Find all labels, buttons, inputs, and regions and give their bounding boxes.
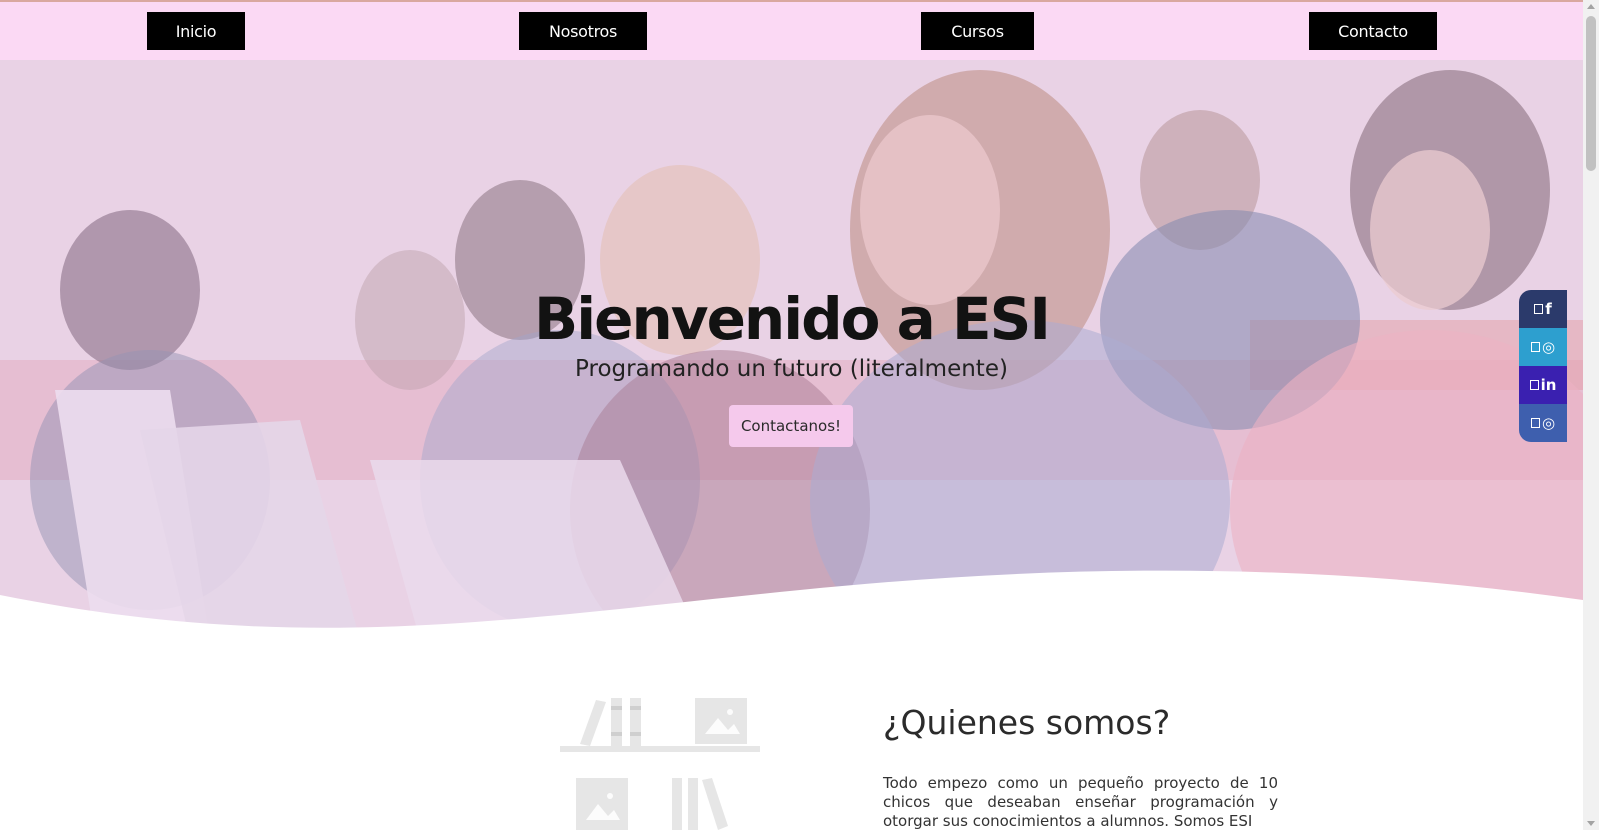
contact-us-button[interactable]: Contactanos! [729, 405, 853, 447]
instagram-icon: ◎ [1541, 338, 1556, 356]
about-text: Todo empezo como un pequeño proyecto de … [883, 774, 1278, 830]
nav-cursos-button[interactable]: Cursos [921, 12, 1034, 50]
bookshelf-illustration [560, 698, 760, 830]
missing-glyph-icon [1529, 380, 1539, 390]
hero-subtitle: Programando un futuro (literalmente) [575, 356, 1008, 382]
about-title: ¿Quienes somos? [883, 703, 1171, 742]
instagram-icon: ◎ [1541, 414, 1556, 432]
social-sidebar: f ◎ in ◎ [1519, 290, 1567, 442]
instagram-link[interactable]: ◎ [1519, 328, 1567, 366]
hero-wave-divider [0, 570, 1583, 640]
missing-glyph-icon [1534, 304, 1544, 314]
missing-glyph-icon [1530, 418, 1540, 428]
facebook-icon: f [1545, 300, 1552, 318]
nav-contacto-button[interactable]: Contacto [1309, 12, 1437, 50]
linkedin-icon: in [1540, 376, 1557, 394]
linkedin-link[interactable]: in [1519, 366, 1567, 404]
scroll-up-arrow-icon[interactable] [1587, 4, 1595, 9]
page-scrollbar[interactable] [1583, 0, 1599, 830]
missing-glyph-icon [1530, 342, 1540, 352]
facebook-link[interactable]: f [1519, 290, 1567, 328]
scroll-down-arrow-icon[interactable] [1587, 821, 1595, 826]
scrollbar-thumb[interactable] [1586, 16, 1596, 171]
hero-title: Bienvenido a ESI [534, 285, 1051, 353]
nav-nosotros-button[interactable]: Nosotros [519, 12, 647, 50]
instagram-link-2[interactable]: ◎ [1519, 404, 1567, 442]
nav-inicio-button[interactable]: Inicio [147, 12, 245, 50]
hero-section: Bienvenido a ESI Programando un futuro (… [0, 60, 1583, 640]
top-navigation: Inicio Nosotros Cursos Contacto [0, 2, 1583, 60]
